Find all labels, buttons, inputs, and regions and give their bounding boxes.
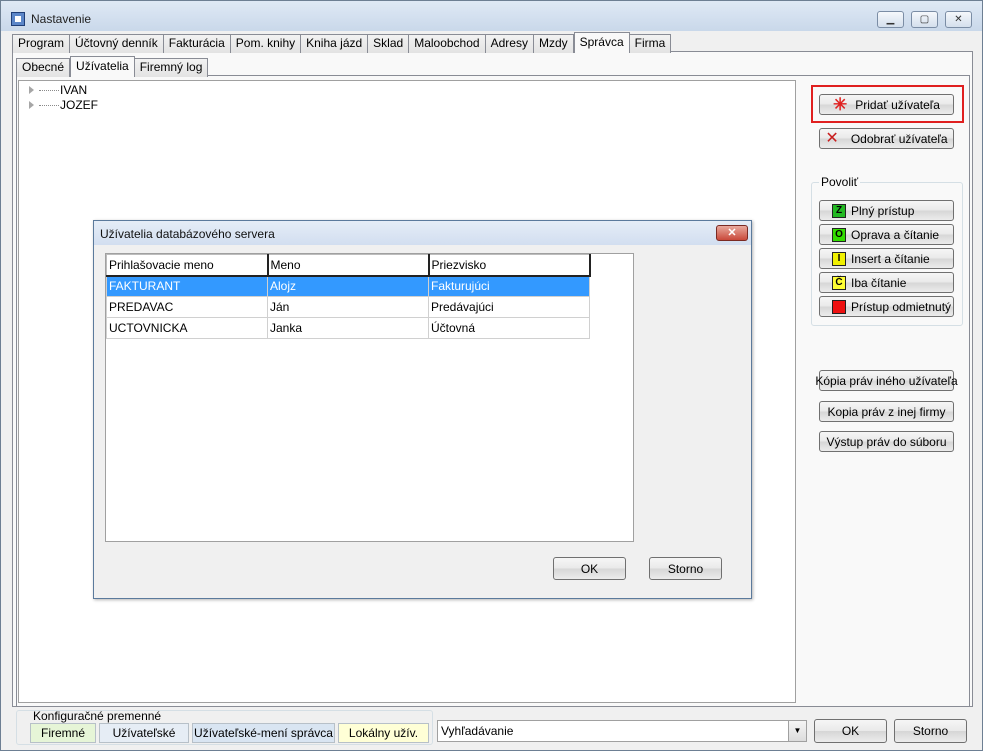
title-bar: Nastavenie ▁ ▢ ✕ [1, 1, 982, 31]
tab-firma[interactable]: Firma [629, 34, 672, 53]
config-label: Konfiguračné premenné [33, 709, 162, 723]
config-tab-uzivatelske-meni-spravca[interactable]: Užívateľské-mení správca [192, 723, 335, 743]
db-users-table: Prihlašovacie meno Meno Priezvisko FAKTU… [106, 254, 591, 339]
tab-maloobchod[interactable]: Maloobchod [409, 34, 486, 53]
read-only-icon: Č [832, 275, 846, 290]
table-row[interactable]: PREDAVAC Ján Predávajúci [106, 296, 590, 318]
insert-read-button[interactable]: I Insert a čítanie [819, 248, 954, 269]
chevron-down-icon[interactable]: ▼ [788, 721, 806, 741]
edit-read-button[interactable]: O Oprava a čítanie [819, 224, 954, 245]
cell-login[interactable]: UCTOVNICKA [106, 317, 268, 339]
access-denied-button[interactable]: Prístup odmietnutý [819, 296, 954, 317]
tab-fakturacia[interactable]: Fakturácia [163, 34, 231, 53]
column-header-name[interactable]: Meno [267, 254, 430, 277]
tab-kniha-jazd[interactable]: Kniha jázd [301, 34, 369, 53]
cell-login[interactable]: FAKTURANT [106, 275, 268, 297]
minimize-button[interactable]: ▁ [877, 11, 904, 28]
tab-pom-knihy[interactable]: Pom. knihy [230, 34, 302, 53]
main-tabs: Program Účtovný denník Fakturácia Pom. k… [12, 32, 672, 53]
cancel-button[interactable]: Storno [894, 719, 967, 743]
dialog-close-button[interactable]: ✕ [716, 225, 748, 241]
tab-uzivatelia[interactable]: Užívatelia [70, 56, 135, 77]
tab-adresy[interactable]: Adresy [485, 34, 534, 53]
dialog-cancel-button[interactable]: Storno [649, 557, 722, 580]
tab-spravca[interactable]: Správca [573, 32, 630, 53]
tab-sklad[interactable]: Sklad [368, 34, 410, 53]
expand-arrow-icon[interactable] [29, 101, 34, 109]
add-user-button[interactable]: ✳ Pridať užívateľa [819, 94, 954, 115]
cell-surname[interactable]: Predávajúci [428, 296, 590, 318]
tab-mzdy[interactable]: Mzdy [533, 34, 574, 53]
insert-read-icon: I [832, 251, 846, 266]
tab-program[interactable]: Program [12, 34, 71, 53]
tab-obecne[interactable]: Obecné [16, 58, 71, 77]
cell-surname[interactable]: Účtovná [428, 317, 590, 339]
cell-login[interactable]: PREDAVAC [106, 296, 268, 318]
cell-surname[interactable]: Fakturujúci [428, 275, 590, 297]
tab-firemny-log[interactable]: Firemný log [134, 58, 209, 77]
cell-name[interactable]: Janka [267, 317, 429, 339]
permissions-label: Povoliť [819, 175, 861, 189]
table-row[interactable]: FAKTURANT Alojz Fakturujúci [106, 275, 590, 297]
access-denied-icon [832, 299, 846, 314]
full-access-icon: Z [832, 203, 846, 218]
search-combobox[interactable]: Vyhľadávanie ▼ [437, 720, 807, 742]
dialog-title-bar: Užívatelia databázového servera ✕ [94, 221, 751, 245]
tab-uctovny-dennik[interactable]: Účtovný denník [70, 34, 164, 53]
tree-item-ivan[interactable]: IVAN [29, 83, 87, 97]
settings-window: Nastavenie ▁ ▢ ✕ Program Účtovný denník … [0, 0, 983, 751]
tree-item-label: JOZEF [60, 98, 98, 112]
maximize-button[interactable]: ▢ [911, 11, 938, 28]
config-tab-lokalny[interactable]: Lokálny užív. [338, 723, 429, 743]
app-icon [11, 12, 25, 26]
asterisk-icon: ✳ [833, 94, 848, 114]
config-tab-uzivatelske[interactable]: Užívateľské [99, 723, 189, 743]
close-button[interactable]: ✕ [945, 11, 972, 28]
copy-user-rights-button[interactable]: Kópia práv iného užívateľa [815, 370, 958, 391]
db-users-dialog: Užívatelia databázového servera ✕ Prihla… [93, 220, 752, 599]
full-access-button[interactable]: Z Plný prístup [819, 200, 954, 221]
sub-tabs: Obecné Užívatelia Firemný log [16, 56, 209, 77]
tree-item-label: IVAN [60, 83, 88, 97]
dialog-title: Užívatelia databázového servera [100, 227, 275, 241]
read-only-button[interactable]: Č Iba čítanie [819, 272, 954, 293]
db-users-grid[interactable]: Prihlašovacie meno Meno Priezvisko FAKTU… [105, 253, 634, 542]
close-icon: ✕ [825, 129, 839, 147]
tree-item-jozef[interactable]: JOZEF [29, 98, 98, 112]
cell-name[interactable]: Alojz [267, 275, 429, 297]
edit-read-icon: O [832, 227, 846, 242]
dialog-ok-button[interactable]: OK [553, 557, 626, 580]
copy-firm-rights-button[interactable]: Kopia práv z inej firmy [819, 401, 954, 422]
ok-button[interactable]: OK [814, 719, 887, 743]
remove-user-button[interactable]: ✕ Odobrať užívateľa [819, 128, 954, 149]
search-input[interactable]: Vyhľadávanie [441, 724, 513, 738]
table-row[interactable]: UCTOVNICKA Janka Účtovná [106, 317, 590, 339]
config-tab-firemne[interactable]: Firemné [30, 723, 96, 743]
column-header-surname[interactable]: Priezvisko [428, 254, 591, 277]
window-title: Nastavenie [31, 12, 92, 26]
cell-name[interactable]: Ján [267, 296, 429, 318]
column-header-login[interactable]: Prihlašovacie meno [106, 254, 269, 277]
export-rights-button[interactable]: Výstup práv do súboru [819, 431, 954, 452]
expand-arrow-icon[interactable] [29, 86, 34, 94]
